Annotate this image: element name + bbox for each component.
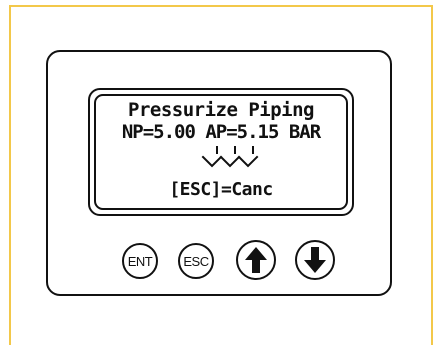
pressure-readout: NP=5.00 AP=5.15 BAR: [121, 121, 321, 143]
triple-down-chevron-icon: [201, 146, 259, 168]
up-button[interactable]: [236, 240, 276, 280]
down-button[interactable]: [295, 240, 335, 280]
arrow-up-icon: [245, 247, 267, 273]
arrow-down-icon: [304, 247, 326, 273]
esc-button[interactable]: ESC: [178, 243, 214, 279]
display-title: Pressurize Piping: [128, 99, 314, 121]
ent-button-label: ENT: [127, 253, 153, 269]
ent-button[interactable]: ENT: [122, 243, 158, 279]
esc-cancel-hint: [ESC]=Canc: [169, 179, 273, 200]
esc-button-label: ESC: [183, 253, 209, 269]
